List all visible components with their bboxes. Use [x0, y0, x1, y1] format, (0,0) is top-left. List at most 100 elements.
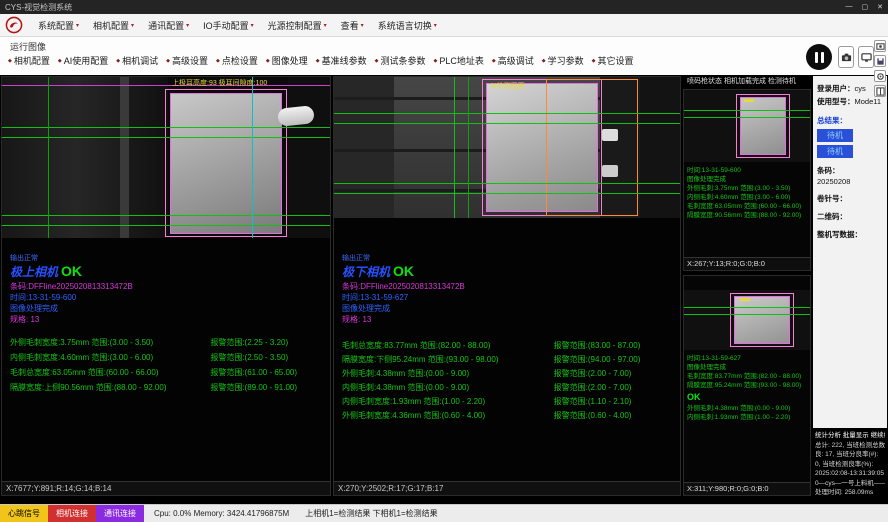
- menu-item-io-manual[interactable]: IO手动配置: [196, 19, 261, 32]
- toolbar-label: 相机配置: [14, 54, 50, 67]
- close-button[interactable]: ✕: [877, 3, 883, 11]
- toolbar-item-baseline-params[interactable]: 基准线参数: [316, 54, 367, 67]
- result-status: OK: [61, 263, 82, 279]
- pause-button[interactable]: [806, 44, 832, 70]
- measurement-value: 隔膜宽度:上侧90.56mm 范围:(88.00 - 92.00): [10, 380, 210, 395]
- toolbar-item-spot-check[interactable]: 点检设置: [216, 54, 258, 67]
- time-line: 时间:13-31-59-627: [342, 292, 465, 303]
- camera-image-lower[interactable]: AI检测画面: [334, 77, 680, 218]
- measurement-alarm: 报警范围:(89.00 - 91.00): [210, 380, 328, 395]
- measurement-value: 毛刺总宽度:83.77mm 范围:(82.00 - 88.00): [342, 339, 554, 353]
- measure-line: [2, 127, 330, 128]
- measurement-alarm: 报警范围:(94.00 - 97.00): [554, 353, 678, 367]
- toolbar-item-image-processing[interactable]: 图像处理: [266, 54, 308, 67]
- app-logo: [5, 16, 23, 34]
- gear-icon-button[interactable]: [874, 70, 886, 82]
- toolbar-label: 图像处理: [272, 54, 308, 67]
- maximize-button[interactable]: ▢: [862, 3, 869, 11]
- camera-title: 极上相机: [10, 265, 58, 279]
- measurement-row: 内侧毛刺:4.38mm 范围:(0.00 - 9.00)报警范围:(2.00 -…: [342, 381, 678, 395]
- save-icon-button[interactable]: [874, 55, 886, 67]
- output-note: 输出正常: [10, 253, 133, 263]
- barcode-value: 20250208: [817, 177, 883, 186]
- model-label: 使用型号：: [817, 97, 855, 106]
- monitor-icon-button[interactable]: [858, 46, 874, 68]
- gear-icon: [876, 72, 885, 81]
- small-view-line: 外侧毛刺:3.75mm 范围:(3.00 - 3.50): [687, 184, 807, 193]
- small-camera-image-1[interactable]: [684, 90, 810, 162]
- crosshair-line: [252, 77, 253, 238]
- toolbar-label: 基准线参数: [322, 54, 367, 67]
- measurement-alarm: 报警范围:(2.50 - 3.50): [210, 350, 328, 365]
- menu-item-system-config[interactable]: 系统配置: [31, 19, 86, 32]
- toolbar-item-ai-config[interactable]: AI使用配置: [58, 54, 108, 67]
- small-view-line: 隔膜宽度:90.56mm 范围:(88.00 - 92.00): [687, 211, 807, 220]
- side-tool-strip: [874, 40, 887, 97]
- pixel-coords-readout: X:267;Y:13;R:0;G:0;B:0: [684, 257, 810, 270]
- camera-title: 极下相机: [342, 265, 390, 279]
- camera-view-lower: AI检测画面 输出正常 极下相机OK 条码:DFFline20250208133…: [333, 76, 681, 496]
- image-overlay-text: AI检测画面: [490, 81, 525, 91]
- cpu-memory-text: Cpu: 0.0% Memory: 3424.41796875M: [154, 509, 289, 518]
- toolbar-item-other-settings[interactable]: 其它设置: [592, 54, 634, 67]
- barcode-label: 条码：: [817, 165, 883, 176]
- menu-item-comm-config[interactable]: 通讯配置: [141, 19, 196, 32]
- comm-connection-badge: 通讯连接: [96, 505, 144, 522]
- model-row: 使用型号：Mode11: [817, 96, 883, 107]
- output-note: 输出正常: [342, 253, 465, 263]
- toolbar-item-teststrip-params[interactable]: 测试条参数: [375, 54, 426, 67]
- menu-item-view[interactable]: 查看: [334, 19, 371, 32]
- toolbar-item-learning-params[interactable]: 学习参数: [542, 54, 584, 67]
- machine-rail: [120, 77, 129, 238]
- menu-item-light-control[interactable]: 光源控制配置: [261, 19, 334, 32]
- barcode-line: 条码:DFFline2025020813313472B: [10, 281, 133, 292]
- menu-label: 光源控制配置: [268, 19, 322, 32]
- measurement-alarm: 报警范围:(2.00 - 7.00): [554, 381, 678, 395]
- result-display-box-2: 待机: [817, 145, 853, 158]
- toolbar-item-camera-debug[interactable]: 相机调试: [116, 54, 158, 67]
- minimize-button[interactable]: —: [846, 3, 853, 11]
- machine-background: [2, 77, 168, 238]
- toolbar: 相机配置 AI使用配置 相机调试 高级设置 点检设置 图像处理 基准线参数 测试…: [8, 54, 634, 67]
- measurement-value: 外侧毛刺宽度:3.75mm 范围:(3.00 - 3.50): [10, 335, 210, 350]
- toolbar-item-plc-address-table[interactable]: PLC地址表: [434, 54, 484, 67]
- run-image-tab[interactable]: 运行图像: [10, 40, 46, 53]
- measurement-alarm: 报警范围:(2.25 - 3.20): [210, 335, 328, 350]
- menu-item-camera-config[interactable]: 相机配置: [86, 19, 141, 32]
- qr-code-label: 二维码：: [817, 211, 883, 222]
- toolbar-item-camera-config[interactable]: 相机配置: [8, 54, 50, 67]
- measurement-value: 外侧毛刺宽度:4.36mm 范围:(0.60 - 4.00): [342, 409, 554, 423]
- machine-write-label: 整机写数据：: [817, 229, 883, 240]
- camera-icon-button[interactable]: [838, 46, 854, 68]
- measurement-value: 内侧毛刺宽度:4.60mm 范围:(3.00 - 6.00): [10, 350, 210, 365]
- machine-background: [640, 77, 680, 218]
- camera-image-upper[interactable]: 上极耳高度:93 极耳间隙度:100: [2, 77, 330, 238]
- toolbar-item-advanced-debug[interactable]: 高级调试: [492, 54, 534, 67]
- measurement-value: 内侧毛刺宽度:1.93mm 范围:(1.00 - 2.20): [342, 395, 554, 409]
- measure-line: [334, 113, 680, 114]
- toolbar-label: PLC地址表: [439, 54, 484, 67]
- secondary-views-column: 喷码枪状态 相机加载完成 检测待机 时间:13-31-59-600 图像处理完成…: [683, 76, 811, 497]
- cell-region: [170, 93, 282, 234]
- result-status: OK: [393, 263, 414, 279]
- toolbar-label: 点检设置: [222, 54, 258, 67]
- cell-region: [740, 97, 786, 155]
- camera-connection-badge: 相机连接: [48, 505, 96, 522]
- stats-line: 0—cys—一号上料机——图像: [815, 479, 885, 489]
- small-camera-image-2[interactable]: [684, 290, 810, 350]
- snapshot-icon-button[interactable]: [874, 40, 886, 52]
- measurement-alarm: 报警范围:(61.00 - 65.00): [210, 365, 328, 380]
- menu-label: 通讯配置: [148, 19, 184, 32]
- stats-line: 0, 当班检测良率(%):: [815, 460, 885, 470]
- menu-item-language-switch[interactable]: 系统语言切换: [371, 19, 444, 32]
- measure-line: [684, 117, 810, 118]
- app-window: CYS-视觉检测系统 — ▢ ✕ 系统配置 相机配置 通讯配置 IO手动配置 光…: [0, 0, 888, 522]
- toolbar-item-advanced-settings[interactable]: 高级设置: [166, 54, 208, 67]
- small-view-line: 毛刺宽度:83.77mm 范围:(82.00 - 88.00): [687, 372, 807, 381]
- measurement-alarm: 报警范围:(83.00 - 87.00): [554, 339, 678, 353]
- measure-line: [334, 183, 680, 184]
- layout-icon-button[interactable]: [874, 85, 886, 97]
- snapshot-icon: [876, 42, 885, 51]
- measure-line: [2, 215, 330, 216]
- menu-label: 相机配置: [93, 19, 129, 32]
